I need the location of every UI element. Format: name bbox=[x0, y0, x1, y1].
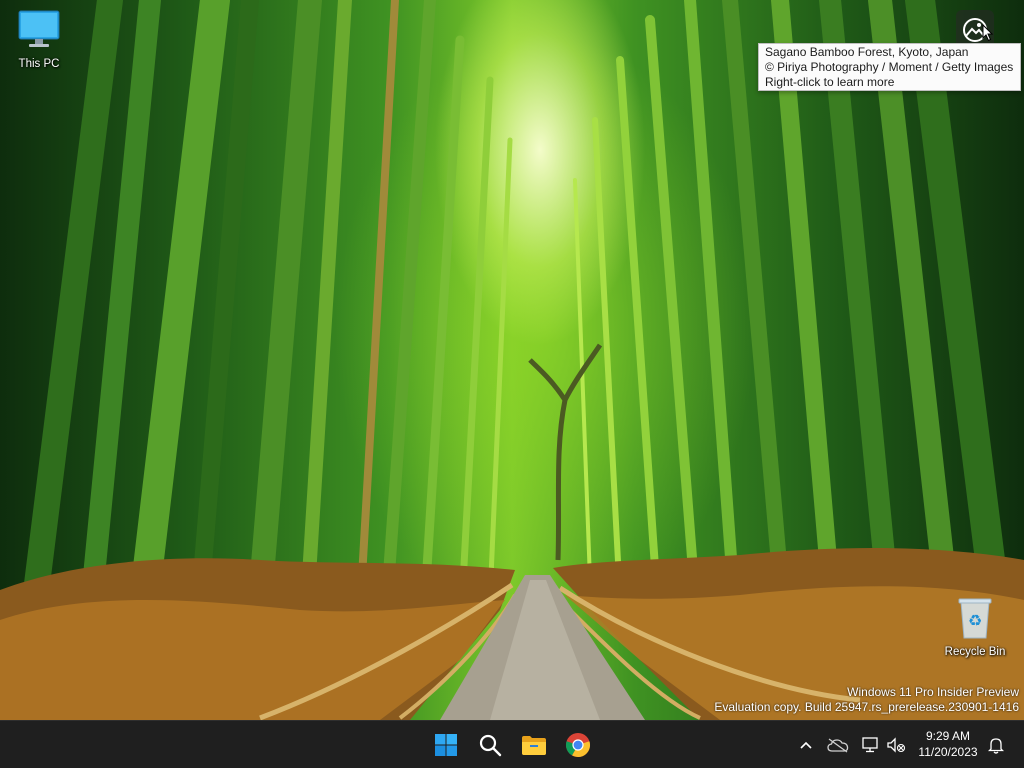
watermark-build: Evaluation copy. Build 25947.rs_prerelea… bbox=[714, 700, 1019, 714]
file-explorer-button[interactable] bbox=[514, 725, 554, 765]
chrome-button[interactable] bbox=[558, 725, 598, 765]
search-icon bbox=[479, 734, 502, 757]
start-button[interactable] bbox=[426, 725, 466, 765]
bell-icon bbox=[988, 738, 1004, 754]
mouse-cursor-icon bbox=[982, 24, 994, 42]
chrome-icon bbox=[565, 733, 591, 758]
sound-muted-icon bbox=[887, 737, 906, 753]
clock-time: 9:29 AM bbox=[925, 729, 971, 743]
recycle-bin-icon: ♻ bbox=[958, 598, 992, 639]
desktop-icon-label: This PC bbox=[18, 58, 60, 70]
tooltip-credit: © Piriya Photography / Moment / Getty Im… bbox=[765, 60, 1014, 74]
desktop-icon-label: Recycle Bin bbox=[944, 646, 1006, 658]
spotlight-tooltip: Sagano Bamboo Forest, Kyoto, Japan © Pir… bbox=[758, 43, 1021, 91]
svg-text:♻: ♻ bbox=[968, 611, 982, 630]
onedrive-button[interactable] bbox=[826, 733, 850, 757]
desktop-wallpaper bbox=[0, 0, 1024, 720]
bamboo-forest-illustration bbox=[0, 0, 1024, 720]
clock-date: 11/20/2023 bbox=[918, 745, 978, 759]
tooltip-hint: Right-click to learn more bbox=[765, 75, 895, 89]
network-icon bbox=[862, 737, 878, 753]
sound-button[interactable] bbox=[884, 733, 908, 757]
search-button[interactable] bbox=[470, 725, 510, 765]
tooltip-location: Sagano Bamboo Forest, Kyoto, Japan bbox=[765, 45, 969, 59]
evaluation-watermark: Windows 11 Pro Insider Preview Evaluatio… bbox=[714, 685, 1019, 715]
network-button[interactable] bbox=[858, 733, 882, 757]
taskbar: 9:29 AM 11/20/2023 bbox=[0, 720, 1024, 768]
clock[interactable]: 9:29 AM 11/20/2023 bbox=[912, 728, 984, 760]
notifications-button[interactable] bbox=[984, 733, 1008, 757]
folder-icon bbox=[522, 736, 546, 755]
windows-start-icon bbox=[435, 734, 457, 756]
watermark-edition: Windows 11 Pro Insider Preview bbox=[847, 685, 1019, 699]
show-hidden-icons-button[interactable] bbox=[794, 733, 818, 757]
monitor-icon bbox=[18, 10, 60, 47]
desktop-icon-this-pc[interactable]: This PC bbox=[1, 8, 77, 70]
desktop-icon-recycle-bin[interactable]: ♻ Recycle Bin bbox=[937, 596, 1013, 658]
onedrive-icon bbox=[827, 738, 849, 753]
chevron-up-icon bbox=[800, 741, 812, 749]
